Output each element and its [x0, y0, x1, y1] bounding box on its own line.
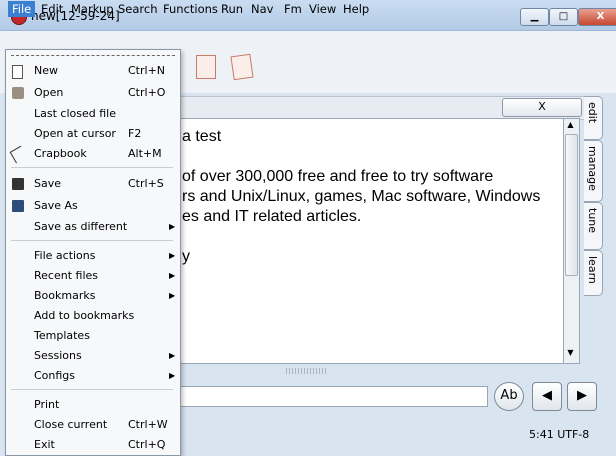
side-tab-manage[interactable]: manage [584, 140, 603, 202]
status-bar: 5:41 UTF-8 [529, 428, 590, 441]
menu-item-last-closed-file[interactable]: Last closed file [6, 105, 174, 123]
side-tab-label: edit [586, 102, 599, 124]
open-folder-icon [12, 87, 24, 99]
menu-item-open-at-cursor[interactable]: Open at cursor F2 [6, 125, 174, 143]
menu-search[interactable]: Search [114, 1, 162, 17]
paste-icon[interactable] [230, 53, 254, 81]
menu-separator [11, 240, 173, 241]
previous-button[interactable]: ◀ [532, 382, 562, 411]
editor-line: rs and Unix/Linux, games, Mac software, … [182, 188, 541, 205]
close-window-button[interactable]: X [578, 8, 616, 26]
menu-item-templates[interactable]: Templates [6, 327, 174, 345]
menu-item-open[interactable]: Open Ctrl+O [6, 84, 174, 102]
menu-item-bookmarks[interactable]: Bookmarks ▶ [6, 287, 176, 305]
new-file-icon [12, 65, 23, 79]
save-as-icon [12, 200, 24, 212]
menu-view[interactable]: View [305, 1, 340, 17]
side-tab-edit[interactable]: edit [584, 96, 603, 140]
menu-item-save-as-different[interactable]: Save as different ▶ [6, 218, 176, 236]
menu-separator [11, 167, 173, 168]
submenu-arrow-icon: ▶ [169, 222, 176, 231]
menu-item-close-current[interactable]: Close current Ctrl+W [6, 416, 174, 434]
save-icon [12, 178, 24, 190]
menu-item-save[interactable]: Save Ctrl+S [6, 175, 174, 193]
find-button[interactable]: Ab [494, 382, 524, 411]
menu-edit[interactable]: Edit [37, 1, 67, 17]
menu-tearoff-line[interactable] [11, 55, 175, 56]
menu-item-add-to-bookmarks[interactable]: Add to bookmarks [6, 307, 174, 325]
submenu-arrow-icon: ▶ [169, 351, 176, 360]
menu-item-save-as[interactable]: Save As [6, 197, 174, 215]
maximize-button[interactable]: □ [549, 8, 578, 26]
editor-line: of over 300,000 free and free to try sof… [182, 168, 494, 185]
menu-file[interactable]: File [8, 1, 36, 17]
submenu-arrow-icon: ▶ [169, 271, 176, 280]
menu-item-crapbook[interactable]: Crapbook Alt+M [6, 145, 174, 164]
scroll-up-icon[interactable]: ▲ [565, 120, 576, 132]
menu-item-print[interactable]: Print [6, 396, 174, 414]
menu-run[interactable]: Run [217, 1, 247, 17]
menu-item-new[interactable]: New Ctrl+N [6, 62, 174, 80]
editor-line: a test [182, 128, 222, 145]
menu-item-configs[interactable]: Configs ▶ [6, 367, 176, 385]
crapbook-icon [9, 145, 28, 164]
menu-item-sessions[interactable]: Sessions ▶ [6, 347, 176, 365]
side-tab-label: learn [586, 256, 599, 284]
editor-line: y [182, 248, 190, 265]
side-tab-label: manage [586, 146, 599, 191]
submenu-arrow-icon: ▶ [169, 291, 176, 300]
copy-icon[interactable] [196, 55, 216, 79]
menu-functions[interactable]: Functions [159, 1, 222, 17]
side-tab-label: tune [586, 208, 599, 234]
editor-line: es and IT related articles. [182, 208, 362, 225]
menu-fm[interactable]: Fm [280, 1, 306, 17]
submenu-arrow-icon: ▶ [169, 251, 176, 260]
pane-splitter[interactable] [286, 368, 326, 374]
menu-help[interactable]: Help [339, 1, 373, 17]
side-tab-learn[interactable]: learn [584, 250, 603, 296]
menu-nav[interactable]: Nav [247, 1, 277, 17]
text-editor[interactable]: a test of over 300,000 free and free to … [178, 118, 564, 364]
scrollbar-thumb[interactable] [565, 134, 578, 276]
command-input[interactable] [180, 386, 488, 407]
menu-item-file-actions[interactable]: File actions ▶ [6, 247, 176, 265]
menu-bar [0, 31, 616, 49]
menu-separator [11, 389, 173, 390]
next-button[interactable]: ▶ [567, 382, 597, 411]
menu-markup[interactable]: Markup [67, 1, 118, 17]
menu-item-exit[interactable]: Exit Ctrl+Q [6, 436, 174, 454]
menu-item-recent-files[interactable]: Recent files ▶ [6, 267, 176, 285]
minimize-button[interactable]: ▁ [520, 8, 549, 26]
scroll-down-icon[interactable]: ▼ [565, 348, 576, 360]
submenu-arrow-icon: ▶ [169, 371, 176, 380]
side-tab-tune[interactable]: tune [584, 202, 603, 250]
close-tab-button[interactable]: X [502, 98, 582, 117]
